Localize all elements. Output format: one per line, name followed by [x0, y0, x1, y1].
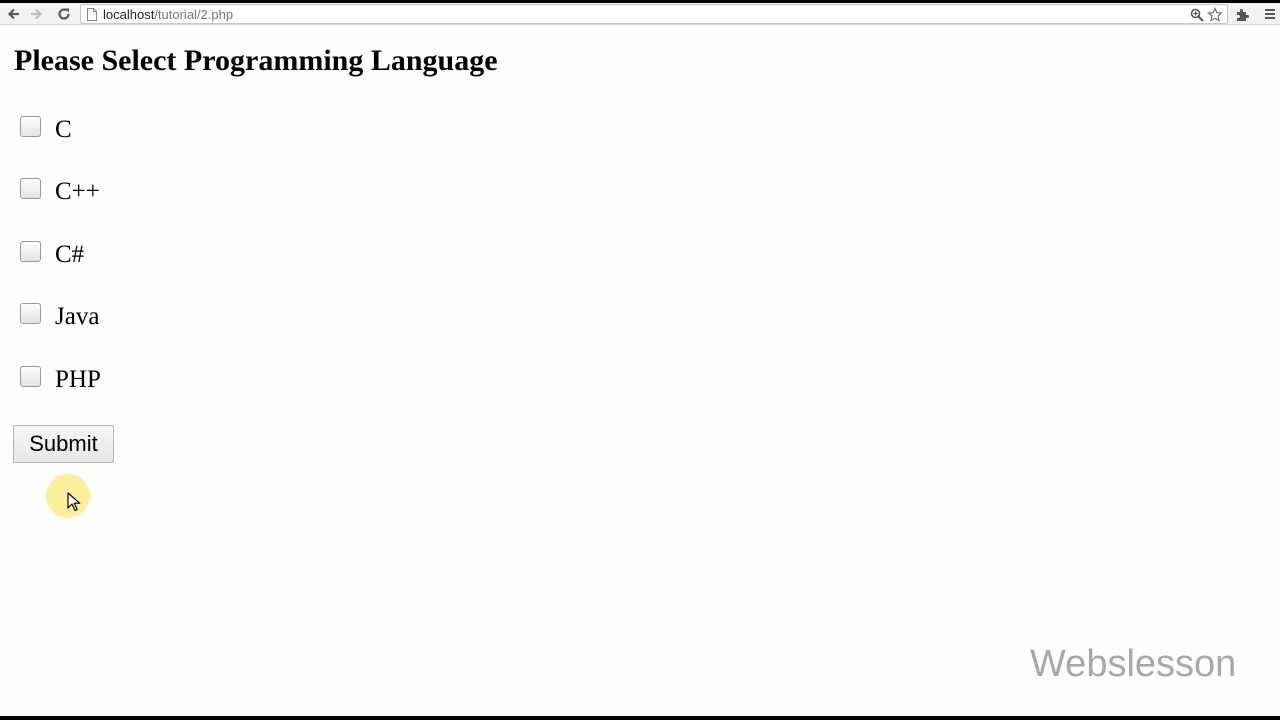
option-label: C#: [55, 241, 85, 268]
checkbox-csharp[interactable]: [20, 241, 41, 262]
option-label: Java: [55, 303, 100, 330]
option-cpp[interactable]: C++: [20, 176, 220, 206]
mouse-pointer-icon: [67, 492, 81, 512]
star-icon[interactable]: [1205, 5, 1225, 25]
checkbox-php[interactable]: [20, 366, 41, 387]
address-bar[interactable]: localhost/tutorial/2.php: [80, 4, 1228, 24]
browser-window: localhost/tutorial/2.php Please Select P…: [0, 3, 1280, 716]
option-java[interactable]: Java: [20, 301, 220, 331]
option-label: PHP: [55, 366, 101, 393]
checkbox-cpp[interactable]: [20, 178, 41, 199]
watermark: Webslesson: [1030, 643, 1237, 685]
checkbox-c[interactable]: [20, 116, 41, 137]
reload-icon[interactable]: [54, 4, 74, 24]
submit-button[interactable]: Submit: [13, 425, 114, 463]
page-content: Please Select Programming Language C C++…: [0, 26, 1280, 716]
back-arrow-icon[interactable]: [4, 4, 24, 24]
page-icon: [87, 8, 97, 21]
option-php[interactable]: PHP: [20, 364, 220, 394]
forward-arrow-icon[interactable]: [26, 4, 46, 24]
browser-toolbar: localhost/tutorial/2.php: [0, 3, 1280, 25]
option-label: C: [55, 116, 72, 143]
puzzle-piece-icon[interactable]: [1232, 4, 1252, 24]
option-c[interactable]: C: [20, 114, 220, 144]
url-text: localhost/tutorial/2.php: [103, 7, 234, 22]
option-label: C++: [55, 178, 100, 205]
checkbox-java[interactable]: [20, 303, 41, 324]
hamburger-menu-icon[interactable]: [1260, 4, 1280, 24]
page-title: Please Select Programming Language: [14, 44, 498, 77]
option-csharp[interactable]: C#: [20, 239, 220, 269]
zoom-icon[interactable]: [1187, 5, 1207, 25]
